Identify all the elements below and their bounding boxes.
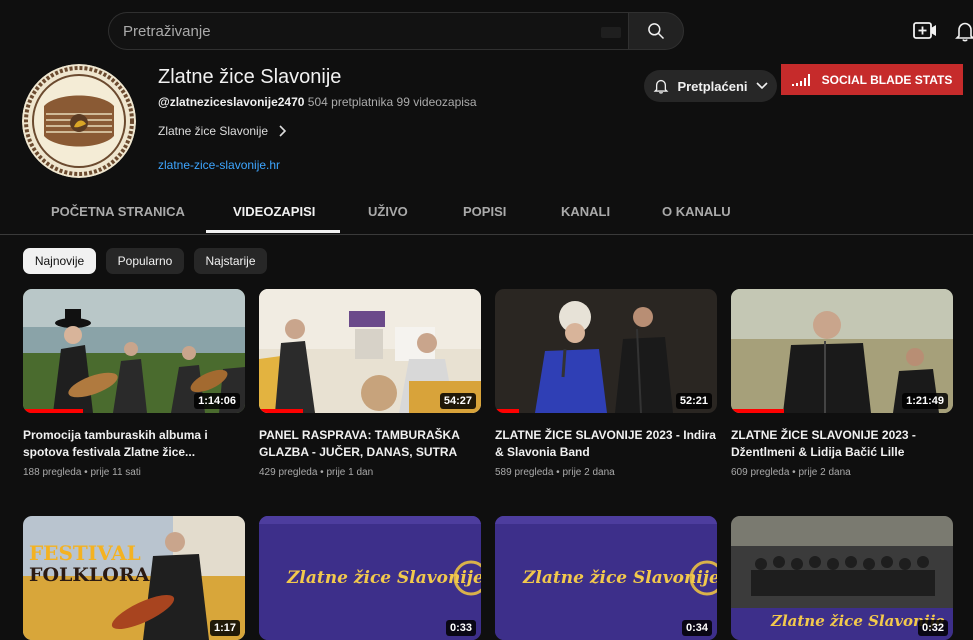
channel-meta: @zlatneziceslavonije2470 504 pretplatnik… [158, 95, 477, 109]
video-title[interactable]: ZLATNE ŽICE SLAVONIJE 2023 - Indira & Sl… [495, 427, 717, 461]
subscribed-button[interactable]: Pretplaćeni [644, 70, 777, 102]
channel-logo-icon [22, 64, 136, 178]
video-card[interactable]: 1:21:49 ZLATNE ŽICE SLAVONIJE 2023 - Dže… [731, 289, 953, 489]
channel-name: Zlatne žice Slavonije [158, 66, 342, 88]
video-duration: 1:14:06 [194, 393, 240, 409]
video-views: 429 pregleda [259, 467, 318, 478]
video-meta: 188 pregleda • prije 11 sati [23, 467, 141, 478]
video-views: 589 pregleda [495, 467, 554, 478]
video-age: prije 11 sati [90, 467, 141, 478]
video-card[interactable]: 52:21 ZLATNE ŽICE SLAVONIJE 2023 - Indir… [495, 289, 717, 489]
video-duration: 0:34 [681, 620, 712, 636]
channel-tabs: POČETNA STRANICA VIDEOZAPISI UŽIVO POPIS… [0, 192, 973, 235]
subscribed-label: Pretplaćeni [677, 78, 748, 94]
channel-description-text: Zlatne žice Slavonije [158, 124, 269, 138]
video-card[interactable]: Zlatne žice Slavonije 0:34 [495, 516, 717, 640]
video-thumbnail[interactable]: 1:21:49 [731, 289, 953, 413]
chip-oldest[interactable]: Najstarije [194, 248, 267, 274]
video-thumbnail[interactable]: Zlatne žice Slavonije 0:32 [731, 516, 953, 640]
video-meta: 609 pregleda • prije 2 dana [731, 467, 851, 478]
search-box [108, 12, 628, 50]
video-thumbnail[interactable]: 54:27 [259, 289, 481, 413]
tab-live[interactable]: UŽIVO [368, 204, 408, 219]
video-card[interactable]: Zlatne žice Slavonije 0:32 [731, 516, 953, 640]
channel-handle: @zlatneziceslavonije2470 [158, 95, 305, 109]
top-bar [0, 0, 973, 52]
video-card[interactable]: 54:27 PANEL RASPRAVA: TAMBURAŠKA GLAZBA … [259, 289, 481, 489]
bell-icon [654, 79, 669, 94]
search-icon [648, 23, 665, 40]
tab-playlists[interactable]: POPISI [463, 204, 506, 219]
video-card[interactable]: FESTIVAL FOLKLORA 1:17 [23, 516, 245, 640]
social-blade-label: SOCIAL BLADE STATS [821, 72, 953, 87]
video-title[interactable]: PANEL RASPRAVA: TAMBURAŠKA GLAZBA - JUČE… [259, 427, 481, 461]
video-duration: 54:27 [439, 393, 476, 409]
video-age: prije 2 dana [562, 467, 615, 478]
chip-popular[interactable]: Popularno [106, 248, 184, 274]
search-button[interactable] [628, 12, 684, 50]
watch-progress-bar [731, 409, 785, 413]
video-age: prije 2 dana [798, 467, 851, 478]
video-views: 609 pregleda [731, 467, 790, 478]
thumbnail-caption: Zlatne žice Slavonije [523, 568, 717, 588]
channel-description[interactable]: Zlatne žice Slavonije [158, 124, 287, 138]
create-video-icon[interactable] [913, 20, 937, 42]
video-thumbnail[interactable]: 1:14:06 [23, 289, 245, 413]
video-meta: 429 pregleda • prije 1 dan [259, 467, 374, 478]
video-thumbnail[interactable]: 52:21 [495, 289, 717, 413]
video-views: 188 pregleda [23, 467, 82, 478]
thumbnail-caption: Zlatne žice Slavonije [287, 568, 481, 588]
notifications-bell-icon[interactable] [954, 20, 973, 42]
thumbnail-caption-line: FESTIVAL [29, 541, 141, 565]
watch-progress-bar [23, 409, 83, 413]
video-age: prije 1 dan [326, 467, 374, 478]
tab-videos[interactable]: VIDEOZAPISI [233, 204, 315, 219]
video-duration: 52:21 [675, 393, 712, 409]
active-tab-indicator [206, 230, 340, 233]
watch-progress-bar [259, 409, 304, 413]
tab-channels[interactable]: KANALI [561, 204, 610, 219]
signal-bars-icon [791, 73, 810, 86]
video-duration: 0:33 [445, 620, 476, 636]
video-thumbnail[interactable]: FESTIVAL FOLKLORA 1:17 [23, 516, 245, 640]
video-duration: 0:32 [917, 620, 948, 636]
thumbnail-caption-line: FOLKLORA [29, 564, 150, 586]
video-card[interactable]: Zlatne žice Slavonije 0:33 [259, 516, 481, 640]
video-card[interactable]: 1:14:06 Promocija tamburaskih albuma i s… [23, 289, 245, 489]
thumbnail-caption: FESTIVAL FOLKLORA [29, 542, 149, 586]
watch-progress-bar [495, 409, 520, 413]
chevron-down-icon [755, 82, 768, 90]
video-meta: 589 pregleda • prije 2 dana [495, 467, 615, 478]
social-blade-stats-button[interactable]: SOCIAL BLADE STATS [781, 64, 963, 95]
video-title[interactable]: Promocija tamburaskih albuma i spotova f… [23, 427, 245, 461]
video-duration: 1:21:49 [902, 393, 948, 409]
keyboard-icon[interactable] [601, 27, 621, 38]
video-thumbnail[interactable]: Zlatne žice Slavonije 0:34 [495, 516, 717, 640]
video-thumbnail[interactable]: Zlatne žice Slavonije 0:33 [259, 516, 481, 640]
chip-newest[interactable]: Najnovije [23, 248, 96, 274]
video-title[interactable]: ZLATNE ŽICE SLAVONIJE 2023 - Džentlmeni … [731, 427, 953, 461]
tab-home[interactable]: POČETNA STRANICA [51, 204, 185, 219]
channel-website-link[interactable]: zlatne-zice-slavonije.hr [158, 158, 280, 172]
chevron-right-icon [279, 125, 287, 137]
subscriber-count: 504 pretplatnika [307, 95, 394, 109]
tab-about[interactable]: O KANALU [662, 204, 731, 219]
video-duration: 1:17 [209, 620, 240, 636]
channel-avatar[interactable] [22, 64, 136, 178]
video-count: 99 videozapisa [396, 95, 477, 109]
search-input[interactable] [109, 13, 628, 49]
